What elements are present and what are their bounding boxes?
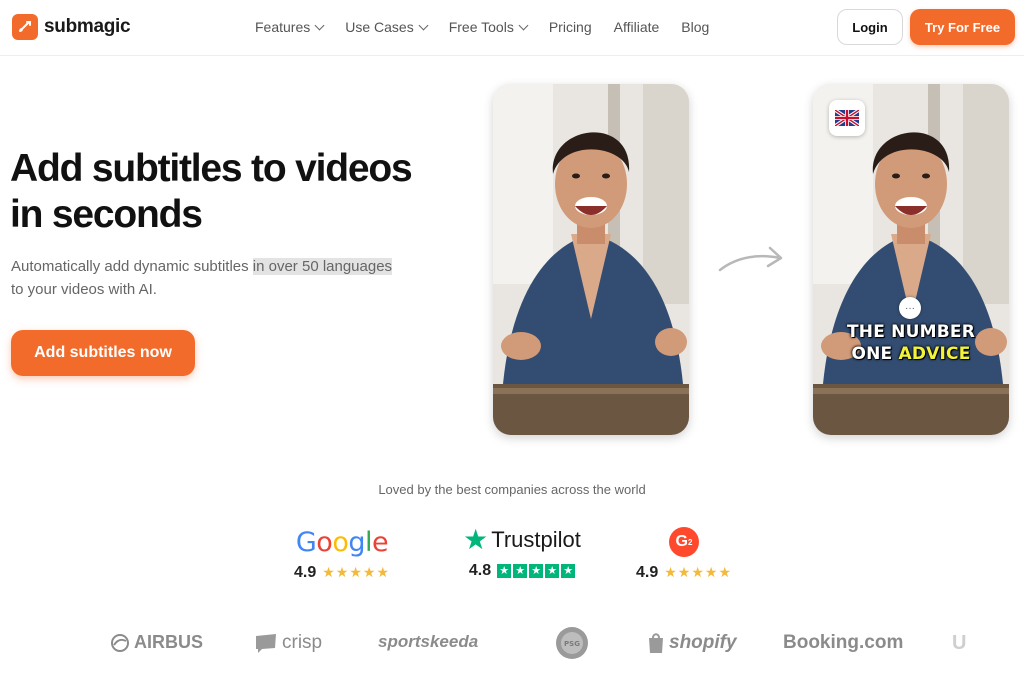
rating-score: 4.9 xyxy=(293,564,317,581)
subtitle-caption: THE NUMBER ONE ADVICE xyxy=(813,321,1009,365)
rating-trustpilot[interactable]: ★ Trustpilot 4.8 ★ ★ ★ ★ ★ xyxy=(454,524,590,580)
rating-score: 4.8 xyxy=(468,562,492,579)
brand-logo-crisp: crisp xyxy=(254,632,322,654)
hero-title-line1: Add subtitles to videos xyxy=(10,147,413,190)
hero-subtitle-post: to your videos with AI. xyxy=(11,281,157,298)
airbus-icon xyxy=(111,633,129,652)
brand-name: PSG xyxy=(564,640,580,648)
chevron-down-icon xyxy=(314,20,325,30)
brand-name: crisp xyxy=(282,632,323,653)
brand-name: Booking.com xyxy=(783,632,904,653)
trustpilot-wordmark: Trustpilot xyxy=(491,527,581,552)
caption-keyword: ADVICE xyxy=(898,344,971,364)
brand-logo-psg: PSG xyxy=(555,626,589,660)
rating-g2[interactable]: G2 4.9 ★★★★★ xyxy=(628,527,740,582)
speech-bubble-icon: ··· xyxy=(899,297,921,319)
menu-item-label: Affiliate xyxy=(613,19,660,35)
menu-item-label: Features xyxy=(255,19,311,35)
menu-item-label: Free Tools xyxy=(448,19,514,35)
hero-title-line2: in seconds xyxy=(10,193,203,236)
menu-item-features[interactable]: Features xyxy=(255,19,325,35)
top-navbar: submagic Features Use Cases Free Tools P… xyxy=(0,0,1024,56)
caption-line1: THE NUMBER xyxy=(847,322,975,342)
trustpilot-star-icon: ★ xyxy=(463,524,489,555)
menu-item-blog[interactable]: Blog xyxy=(681,19,709,35)
menu-item-label: Blog xyxy=(681,19,710,35)
shopify-bag-icon xyxy=(649,633,663,653)
brand-name: shopify xyxy=(669,632,737,653)
chevron-down-icon xyxy=(518,20,529,30)
logo[interactable]: submagic xyxy=(12,14,131,40)
rating-score: 4.9 xyxy=(635,564,659,581)
hero-subtitle: Automatically add dynamic subtitles in o… xyxy=(11,255,451,301)
hero-subtitle-highlight: in over 50 languages xyxy=(252,258,393,275)
menu-item-free-tools[interactable]: Free Tools xyxy=(448,19,529,35)
g2-logo: G2 xyxy=(628,527,740,557)
menu-item-label: Use Cases xyxy=(345,19,414,35)
presenter-image xyxy=(493,84,689,435)
star-rating-icon: ★★★★★ xyxy=(322,564,390,580)
brand-logo-shopify: shopify xyxy=(647,632,737,654)
menu-item-affiliate[interactable]: Affiliate xyxy=(614,19,660,35)
brand-name: U xyxy=(952,632,967,654)
star-rating-icon: ★★★★★ xyxy=(664,564,732,580)
psg-crest-icon: PSG xyxy=(556,627,588,659)
presenter-image xyxy=(813,84,1009,435)
video-preview-original[interactable] xyxy=(493,84,689,435)
add-subtitles-button[interactable]: Add subtitles now xyxy=(11,330,195,376)
menu-item-pricing[interactable]: Pricing xyxy=(549,19,592,35)
brand-logos-strip: AIRBUS crisp sportskeeda PSG shopify Boo… xyxy=(0,624,1024,664)
menu-item-label: Pricing xyxy=(548,19,592,35)
brand-logo-sportskeeda: sportskeeda xyxy=(378,632,478,652)
brand-logo-booking: Booking.com xyxy=(783,632,903,654)
rating-google[interactable]: Google 4.9 ★★★★★ xyxy=(286,527,398,582)
trustpilot-logo: ★ Trustpilot xyxy=(454,524,590,555)
brand-name: sportskeeda xyxy=(378,632,479,651)
uk-flag-icon[interactable] xyxy=(829,100,865,136)
arrow-right-icon xyxy=(718,246,783,272)
hero-subtitle-pre: Automatically add dynamic subtitles xyxy=(11,258,253,275)
chevron-down-icon xyxy=(418,20,429,30)
hero-title: Add subtitles to videos in seconds xyxy=(10,146,450,238)
google-logo: Google xyxy=(295,527,389,558)
brand-logo-partial: U xyxy=(952,632,966,655)
caption-word: ONE xyxy=(851,344,893,364)
menu-item-use-cases[interactable]: Use Cases xyxy=(345,19,429,35)
video-preview-subtitled[interactable]: ··· THE NUMBER ONE ADVICE xyxy=(813,84,1009,435)
trustpilot-stars-icon: ★ ★ ★ ★ ★ xyxy=(497,563,576,578)
logo-text: submagic xyxy=(44,16,131,37)
crisp-icon xyxy=(256,634,276,653)
login-button[interactable]: Login xyxy=(837,9,903,45)
social-proof-heading: Loved by the best companies across the w… xyxy=(378,482,646,497)
brand-logo-airbus: AIRBUS xyxy=(110,632,203,653)
main-menu: Features Use Cases Free Tools Pricing Af… xyxy=(255,19,709,35)
try-for-free-button[interactable]: Try For Free xyxy=(910,9,1015,45)
brand-name: AIRBUS xyxy=(134,632,204,652)
submagic-logo-icon xyxy=(12,14,38,40)
